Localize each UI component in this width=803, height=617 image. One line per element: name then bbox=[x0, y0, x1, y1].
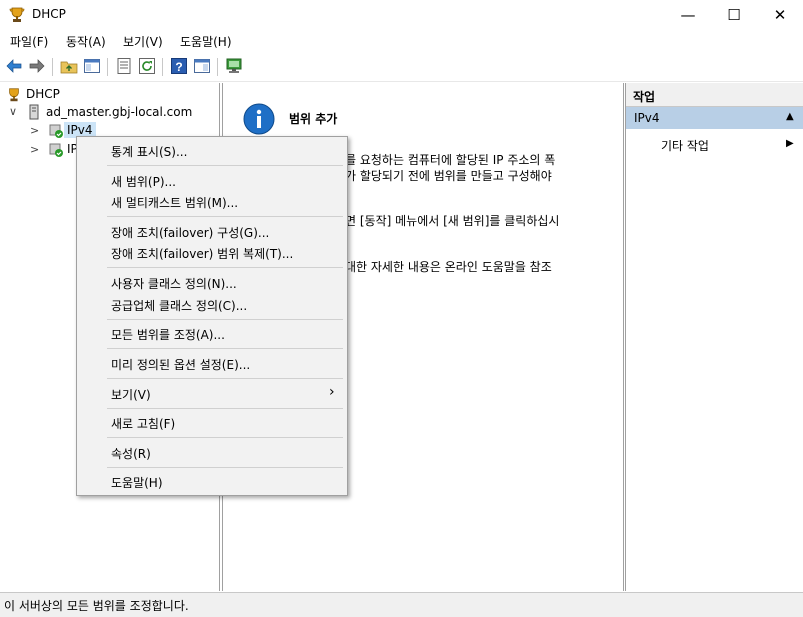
menu-file[interactable]: 파일(F) bbox=[10, 33, 48, 50]
toolbar-separator bbox=[217, 58, 218, 76]
chevron-right-icon[interactable]: > bbox=[30, 143, 39, 156]
back-arrow-icon[interactable] bbox=[5, 57, 23, 75]
menu-separator bbox=[107, 437, 343, 438]
ctx-properties[interactable]: 속성(R) bbox=[111, 445, 151, 462]
toolbar: ? bbox=[0, 53, 803, 82]
ctx-view[interactable]: 보기(V) bbox=[111, 386, 151, 403]
chevron-right-icon[interactable]: > bbox=[30, 124, 39, 137]
menu-action[interactable]: 동작(A) bbox=[66, 33, 106, 50]
menu-separator bbox=[107, 267, 343, 268]
menu-separator bbox=[107, 378, 343, 379]
ipv4-node-icon bbox=[49, 124, 63, 138]
action-pane: 작업 IPv4 ▲ 기타 작업 ▶ bbox=[625, 83, 803, 591]
menu-separator bbox=[107, 408, 343, 409]
submenu-arrow-icon: › bbox=[329, 384, 335, 400]
toolbar-separator bbox=[107, 58, 108, 76]
show-action-pane-icon[interactable] bbox=[193, 57, 211, 75]
menu-separator bbox=[107, 319, 343, 320]
properties-icon[interactable] bbox=[115, 57, 133, 75]
svg-text:?: ? bbox=[175, 60, 182, 74]
ipv6-node-icon bbox=[49, 143, 63, 157]
toolbar-separator bbox=[162, 58, 163, 76]
ctx-refresh[interactable]: 새로 고침(F) bbox=[111, 415, 175, 432]
content-heading: 범위 추가 bbox=[289, 112, 338, 126]
menu-separator bbox=[107, 348, 343, 349]
dhcp-trophy-icon bbox=[9, 88, 19, 102]
menu-separator bbox=[107, 216, 343, 217]
ctx-define-vendor-classes[interactable]: 공급업체 클래스 정의(C)... bbox=[111, 297, 247, 314]
computer-icon[interactable] bbox=[225, 57, 243, 75]
status-text: 이 서버상의 모든 범위를 조정합니다. bbox=[4, 599, 189, 613]
action-section-ipv4[interactable]: IPv4 ▲ bbox=[626, 107, 803, 129]
info-icon bbox=[243, 103, 275, 135]
ctx-help[interactable]: 도움말(H) bbox=[111, 474, 163, 491]
content-text-line: 를 요청하는 컴퓨터에 할당된 IP 주소의 폭 bbox=[345, 153, 556, 167]
show-hide-tree-icon[interactable] bbox=[83, 57, 101, 75]
content-text-line: 면 [동작] 메뉴에서 [새 범위]를 클릭하십시 bbox=[345, 214, 560, 228]
folder-up-icon[interactable] bbox=[60, 57, 78, 75]
ctx-replicate-failover[interactable]: 장애 조치(failover) 범위 복제(T)... bbox=[111, 245, 293, 262]
status-bar: 이 서버상의 모든 범위를 조정합니다. bbox=[0, 592, 803, 617]
minimize-button[interactable]: — bbox=[665, 0, 711, 30]
menu-bar: 파일(F) 동작(A) 보기(V) 도움말(H) bbox=[0, 30, 803, 52]
menu-separator bbox=[107, 467, 343, 468]
menu-view[interactable]: 보기(V) bbox=[123, 33, 163, 50]
menu-help[interactable]: 도움말(H) bbox=[180, 33, 232, 50]
submenu-arrow-icon: ▶ bbox=[786, 138, 794, 149]
ctx-new-multicast-scope[interactable]: 새 멀티캐스트 범위(M)... bbox=[111, 194, 238, 211]
tree-node-dhcp[interactable]: DHCP bbox=[26, 87, 60, 101]
action-pane-title: 작업 bbox=[633, 90, 656, 104]
window-title: DHCP bbox=[32, 7, 66, 21]
chevron-down-icon[interactable]: ∨ bbox=[9, 105, 17, 118]
refresh-icon[interactable] bbox=[138, 57, 156, 75]
maximize-button[interactable]: ☐ bbox=[711, 0, 757, 30]
title-bar: DHCP — ☐ ✕ bbox=[0, 0, 803, 30]
content-text-line: 가 할당되기 전에 범위를 만들고 구성해야 bbox=[345, 169, 552, 183]
content-text-line: 대한 자세한 내용은 온라인 도움말을 참조 bbox=[345, 260, 552, 274]
action-more-actions[interactable]: 기타 작업 bbox=[661, 137, 709, 154]
toolbar-separator bbox=[52, 58, 53, 76]
collapse-arrow-icon[interactable]: ▲ bbox=[786, 111, 794, 122]
ctx-define-user-classes[interactable]: 사용자 클래스 정의(N)... bbox=[111, 275, 237, 292]
context-menu: 통계 표시(S)... 새 범위(P)... 새 멀티캐스트 범위(M)... … bbox=[76, 136, 348, 496]
ctx-set-predefined-options[interactable]: 미리 정의된 옵션 설정(E)... bbox=[111, 356, 250, 373]
server-icon bbox=[29, 104, 39, 120]
close-button[interactable]: ✕ bbox=[757, 0, 803, 30]
tree-node-server[interactable]: ad_master.gbj-local.com bbox=[46, 105, 192, 119]
ctx-reconcile-all-scopes[interactable]: 모든 범위를 조정(A)... bbox=[111, 326, 225, 343]
ctx-configure-failover[interactable]: 장애 조치(failover) 구성(G)... bbox=[111, 224, 269, 241]
ctx-new-scope[interactable]: 새 범위(P)... bbox=[111, 173, 176, 190]
help-icon[interactable]: ? bbox=[170, 57, 188, 75]
dhcp-trophy-icon bbox=[9, 7, 25, 22]
action-section-label: IPv4 bbox=[634, 111, 660, 125]
action-pane-header: 작업 bbox=[626, 83, 803, 107]
ctx-display-statistics[interactable]: 통계 표시(S)... bbox=[111, 143, 187, 160]
forward-arrow-icon[interactable] bbox=[28, 57, 46, 75]
menu-separator bbox=[107, 165, 343, 166]
